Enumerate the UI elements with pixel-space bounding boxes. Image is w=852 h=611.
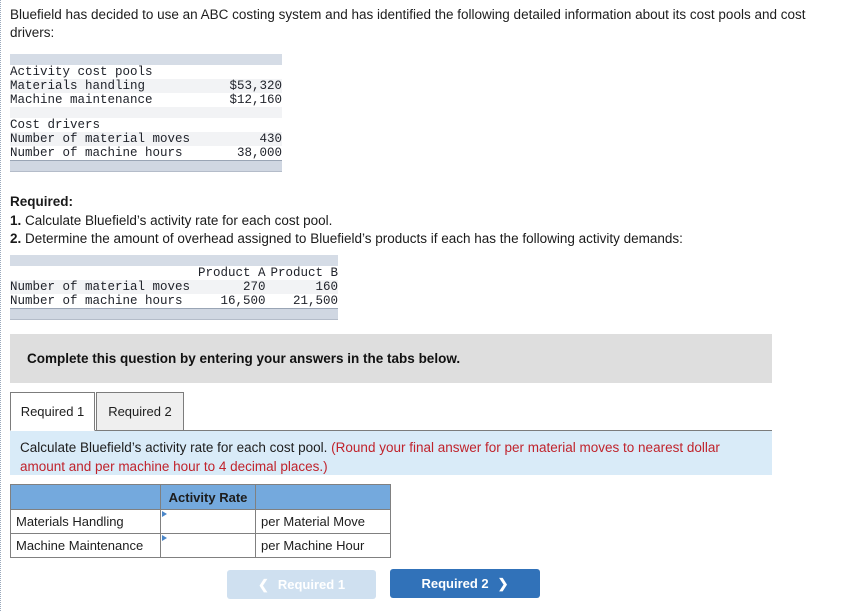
cell-marker-icon (162, 535, 167, 541)
row-label: Number of machine hours (10, 146, 191, 161)
table-bottom-bar (10, 160, 282, 172)
required-heading: Required: (10, 194, 74, 209)
previous-required-1-button[interactable]: ❮ Required 1 (227, 570, 376, 599)
table-bottom-bar (10, 308, 338, 320)
row-value-product-b: 21,500 (265, 294, 338, 309)
required-item-2-number: 2. (10, 231, 22, 246)
worksheet-page: Bluefield has decided to use an ABC cost… (0, 0, 852, 611)
column-header-blank (10, 266, 191, 280)
next-required-2-button[interactable]: Required 2 ❯ (390, 569, 540, 598)
tab-required-1[interactable]: Required 1 (10, 392, 95, 431)
table-spacer-row (10, 107, 282, 118)
table-row: Materials Handling per Material Move (10, 509, 391, 534)
row-label: Activity cost pools (10, 65, 191, 79)
row-value-product-b: 160 (265, 280, 338, 294)
table-row: Number of machine hours 38,000 (10, 146, 282, 161)
required-block: Required: 1. Calculate Bluefield’s activ… (10, 193, 830, 249)
intro-paragraph: Bluefield has decided to use an ABC cost… (10, 7, 806, 40)
row-label: Materials handling (10, 79, 191, 93)
cell-marker-icon (162, 511, 167, 517)
instruction-banner: Complete this question by entering your … (10, 334, 772, 383)
tab-required-2[interactable]: Required 2 (96, 392, 184, 431)
activity-rate-answer-grid: Activity Rate Materials Handling per Mat… (10, 484, 391, 558)
answer-row-unit-materials-handling: per Material Move (255, 509, 391, 534)
cost-pools-table: Activity cost pools Materials handling $… (10, 54, 282, 172)
tab-strip: Required 1 Required 2 (10, 390, 772, 431)
row-label: Number of material moves (10, 132, 191, 146)
row-value (190, 65, 282, 79)
table-row: Number of machine hours 16,500 21,500 (10, 294, 338, 309)
answer-grid-header-activity-rate: Activity Rate (160, 484, 256, 510)
row-label: Machine maintenance (10, 93, 191, 107)
required-item-2: 2. Determine the amount of overhead assi… (10, 230, 830, 249)
chevron-left-icon: ❮ (257, 577, 269, 592)
required-item-1-text: Calculate Bluefield’s activity rate for … (21, 212, 333, 228)
row-value-product-a: 270 (190, 280, 266, 294)
row-label: Number of machine hours (10, 294, 191, 309)
table-row: Machine Maintenance per Machine Hour (10, 533, 391, 558)
column-header-product-a: Product A (190, 266, 266, 280)
table-row: Cost drivers (10, 118, 282, 132)
table-top-bar (10, 255, 338, 266)
chevron-right-icon: ❯ (497, 576, 509, 591)
column-header-product-b: Product B (265, 266, 338, 280)
required-item-1-number: 1. (10, 212, 22, 228)
table-row: Number of material moves 270 160 (10, 280, 338, 294)
activity-rate-input-materials-handling[interactable] (160, 509, 256, 534)
row-value: 38,000 (190, 146, 282, 161)
next-button-label: Required 2 (421, 576, 489, 591)
table-header-row: Product A Product B (10, 266, 338, 280)
row-value (190, 118, 282, 132)
answer-row-label-materials-handling: Materials Handling (10, 509, 161, 534)
row-value: $12,160 (190, 93, 282, 107)
row-label: Number of material moves (10, 280, 191, 294)
answer-grid-header-unit (255, 484, 391, 510)
table-row: Materials handling $53,320 (10, 79, 282, 93)
answer-row-unit-machine-maintenance: per Machine Hour (255, 533, 391, 558)
question-prompt-box: Calculate Bluefield’s activity rate for … (10, 431, 772, 475)
row-label: Cost drivers (10, 118, 191, 132)
activity-demands-table: Product A Product B Number of material m… (10, 255, 338, 320)
answer-grid-header-blank (10, 484, 161, 510)
row-value: $53,320 (190, 79, 282, 93)
question-prompt-main: Calculate Bluefield’s activity rate for … (20, 440, 332, 455)
table-row: Number of material moves 430 (10, 132, 282, 146)
row-value: 430 (190, 132, 282, 146)
instruction-banner-text: Complete this question by entering your … (27, 351, 461, 366)
table-top-bar (10, 54, 282, 65)
tab-required-2-label: Required 2 (108, 404, 172, 419)
required-item-2-text: Determine the amount of overhead assigne… (21, 231, 683, 246)
question-prompt-text: Calculate Bluefield’s activity rate for … (10, 431, 772, 476)
table-row: Activity cost pools (10, 65, 282, 79)
row-value-product-a: 16,500 (190, 294, 266, 309)
activity-rate-input-machine-maintenance[interactable] (160, 533, 256, 558)
required-item-1: 1. Calculate Bluefield’s activity rate f… (10, 212, 830, 231)
tab-required-1-label: Required 1 (20, 404, 85, 419)
answer-grid-header-row: Activity Rate (10, 484, 391, 510)
previous-button-label: Required 1 (277, 577, 346, 592)
answer-row-label-machine-maintenance: Machine Maintenance (10, 533, 161, 558)
table-row: Machine maintenance $12,160 (10, 93, 282, 107)
